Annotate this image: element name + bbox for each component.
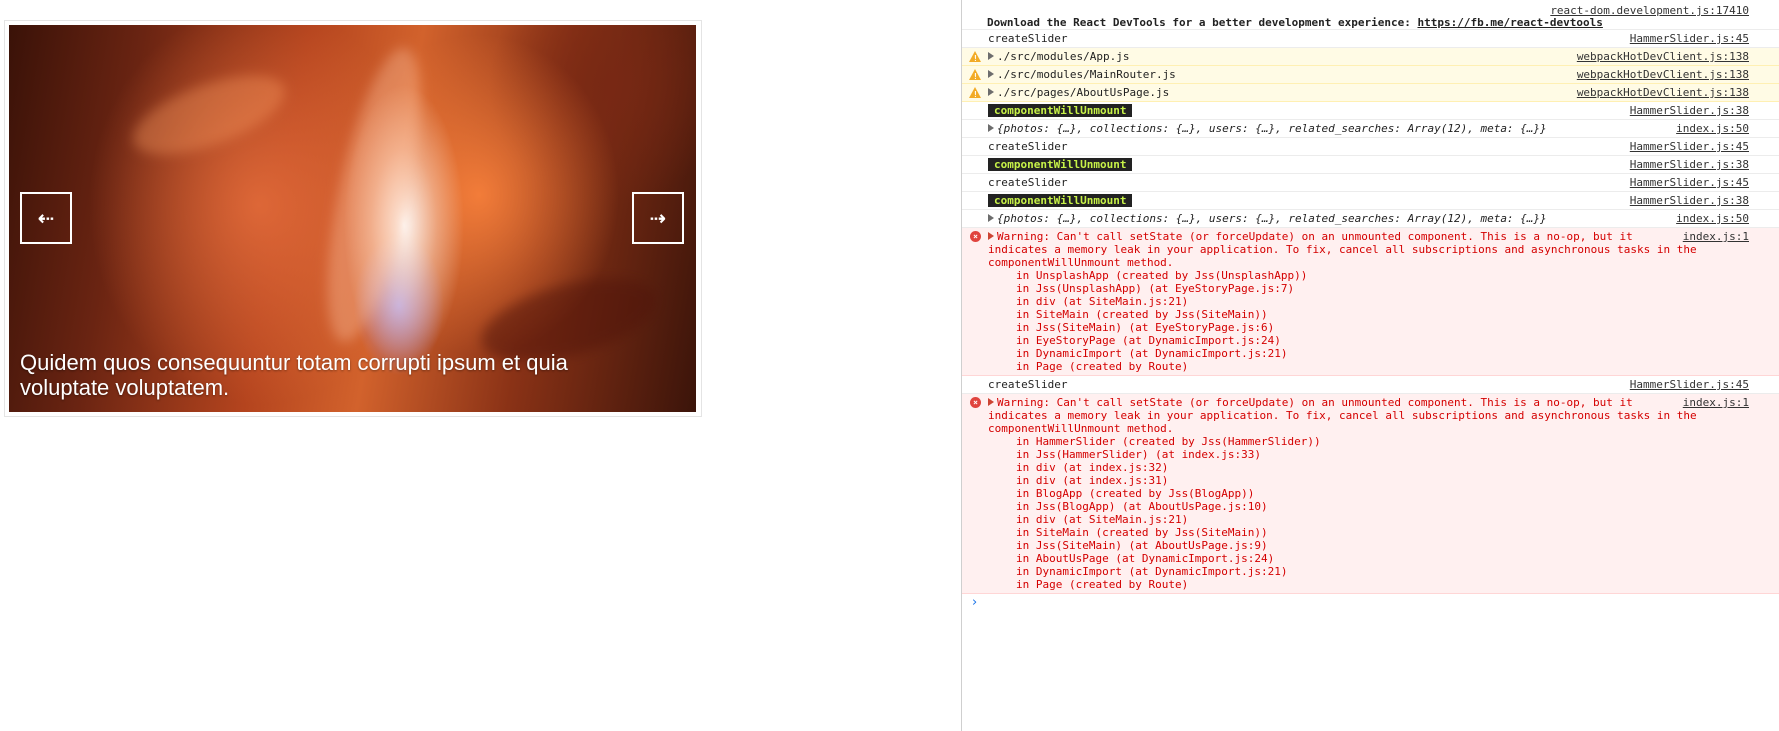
log-text: ./src/modules/MainRouter.js: [997, 68, 1176, 81]
stack-line: in Page (created by Route): [1016, 578, 1189, 591]
warning-icon: [969, 87, 981, 101]
stack-line: in AboutUsPage (at DynamicImport.js:24): [1016, 552, 1275, 565]
stack-line: in Jss(BlogApp) (at AboutUsPage.js:10): [1016, 500, 1268, 513]
styled-log-text: componentWillUnmount: [988, 194, 1133, 207]
devtools-message-text: Download the React DevTools for a better…: [987, 16, 1418, 29]
source-link[interactable]: HammerSlider.js:45: [1630, 176, 1749, 189]
stack-line: in div (at SiteMain.js:21): [1016, 513, 1189, 526]
expand-triangle-icon[interactable]: [988, 214, 994, 222]
source-link[interactable]: HammerSlider.js:38: [1630, 104, 1749, 117]
stack-line: in Jss(UnsplashApp) (at EyeStoryPage.js:…: [1016, 282, 1295, 295]
prompt-chevron-icon: ›: [972, 595, 978, 610]
source-link[interactable]: HammerSlider.js:45: [1630, 378, 1749, 391]
log-text: ./src/pages/AboutUsPage.js: [997, 86, 1170, 99]
warning-icon: [969, 69, 981, 83]
source-link[interactable]: webpackHotDevClient.js:138: [1577, 50, 1749, 63]
devtools-link[interactable]: https://fb.me/react-devtools: [1417, 16, 1602, 29]
arrow-right-icon: ⇢: [649, 206, 667, 230]
prev-slide-button[interactable]: ⇠: [20, 192, 72, 244]
expand-triangle-icon[interactable]: [988, 70, 994, 78]
stack-line: in UnsplashApp (created by Jss(UnsplashA…: [1016, 269, 1308, 282]
stack-line: in BlogApp (created by Jss(BlogApp)): [1016, 487, 1255, 500]
console-log-row: componentWillUnmount HammerSlider.js:38: [962, 156, 1779, 174]
console-log-row: createSlider HammerSlider.js:45: [962, 174, 1779, 192]
console-warning-row[interactable]: ./src/pages/AboutUsPage.js webpackHotDev…: [962, 84, 1779, 102]
source-link[interactable]: HammerSlider.js:45: [1630, 32, 1749, 45]
slide-image[interactable]: ⇠ ⇢ Quidem quos consequuntur totam corru…: [9, 25, 696, 412]
source-link[interactable]: HammerSlider.js:38: [1630, 158, 1749, 171]
expand-triangle-icon[interactable]: [988, 232, 994, 240]
stack-line: in SiteMain (created by Jss(SiteMain)): [1016, 526, 1268, 539]
stack-line: in div (at SiteMain.js:21): [1016, 295, 1189, 308]
stack-line: in DynamicImport (at DynamicImport.js:21…: [1016, 565, 1288, 578]
source-link[interactable]: index.js:50: [1676, 212, 1749, 225]
expand-triangle-icon[interactable]: [988, 398, 994, 406]
console-log-row: createSlider HammerSlider.js:45: [962, 138, 1779, 156]
object-preview: {photos: {…}, collections: {…}, users: {…: [997, 122, 1547, 135]
stack-line: in Jss(HammerSlider) (at index.js:33): [1016, 448, 1262, 461]
console-object-row[interactable]: {photos: {…}, collections: {…}, users: {…: [962, 210, 1779, 228]
stack-line: in div (at index.js:32): [1016, 461, 1169, 474]
error-message: Warning: Can't call setState (or forceUp…: [988, 230, 1697, 269]
console-warning-row[interactable]: ./src/modules/App.js webpackHotDevClient…: [962, 48, 1779, 66]
log-text: createSlider: [988, 140, 1068, 153]
console-error-row[interactable]: × Warning: Can't call setState (or force…: [962, 228, 1779, 376]
styled-log-text: componentWillUnmount: [988, 104, 1133, 117]
log-text: createSlider: [988, 378, 1068, 391]
log-text: createSlider: [988, 32, 1068, 45]
warning-icon: [969, 51, 981, 65]
expand-triangle-icon[interactable]: [988, 88, 994, 96]
source-link[interactable]: HammerSlider.js:38: [1630, 194, 1749, 207]
styled-log-text: componentWillUnmount: [988, 158, 1133, 171]
console-message-devtools: react-dom.development.js:17410 Download …: [962, 0, 1779, 30]
slide-caption: Quidem quos consequuntur totam corrupti …: [20, 350, 568, 400]
stack-line: in div (at index.js:31): [1016, 474, 1169, 487]
stack-line: in Jss(SiteMain) (at AboutUsPage.js:9): [1016, 539, 1268, 552]
stack-line: in Jss(SiteMain) (at EyeStoryPage.js:6): [1016, 321, 1275, 334]
component-stack: in HammerSlider (created by Jss(HammerSl…: [988, 435, 1749, 591]
expand-triangle-icon[interactable]: [988, 124, 994, 132]
devtools-console: react-dom.development.js:17410 Download …: [961, 0, 1779, 731]
expand-triangle-icon[interactable]: [988, 52, 994, 60]
next-slide-button[interactable]: ⇢: [632, 192, 684, 244]
source-link[interactable]: HammerSlider.js:45: [1630, 140, 1749, 153]
source-link[interactable]: index.js:1: [1683, 396, 1749, 409]
source-link[interactable]: index.js:50: [1676, 122, 1749, 135]
log-text: createSlider: [988, 176, 1068, 189]
error-message: Warning: Can't call setState (or forceUp…: [988, 396, 1697, 435]
stack-line: in Page (created by Route): [1016, 360, 1189, 373]
source-link[interactable]: webpackHotDevClient.js:138: [1577, 86, 1749, 99]
source-link[interactable]: webpackHotDevClient.js:138: [1577, 68, 1749, 81]
stack-line: in DynamicImport (at DynamicImport.js:21…: [1016, 347, 1288, 360]
stack-line: in EyeStoryPage (at DynamicImport.js:24): [1016, 334, 1281, 347]
console-object-row[interactable]: {photos: {…}, collections: {…}, users: {…: [962, 120, 1779, 138]
log-text: ./src/modules/App.js: [997, 50, 1130, 63]
console-log-row: componentWillUnmount HammerSlider.js:38: [962, 102, 1779, 120]
component-stack: in UnsplashApp (created by Jss(UnsplashA…: [988, 269, 1749, 373]
console-error-row[interactable]: × Warning: Can't call setState (or force…: [962, 394, 1779, 594]
console-log-row: componentWillUnmount HammerSlider.js:38: [962, 192, 1779, 210]
console-log-row: createSlider HammerSlider.js:45: [962, 30, 1779, 48]
stack-line: in HammerSlider (created by Jss(HammerSl…: [1016, 435, 1321, 448]
console-prompt[interactable]: ›: [962, 594, 1779, 612]
arrow-left-icon: ⇠: [37, 206, 55, 230]
stack-line: in SiteMain (created by Jss(SiteMain)): [1016, 308, 1268, 321]
error-icon: ×: [970, 231, 981, 242]
console-warning-row[interactable]: ./src/modules/MainRouter.js webpackHotDe…: [962, 66, 1779, 84]
error-icon: ×: [970, 397, 981, 408]
object-preview: {photos: {…}, collections: {…}, users: {…: [997, 212, 1547, 225]
source-link[interactable]: index.js:1: [1683, 230, 1749, 243]
console-log-row: createSlider HammerSlider.js:45: [962, 376, 1779, 394]
